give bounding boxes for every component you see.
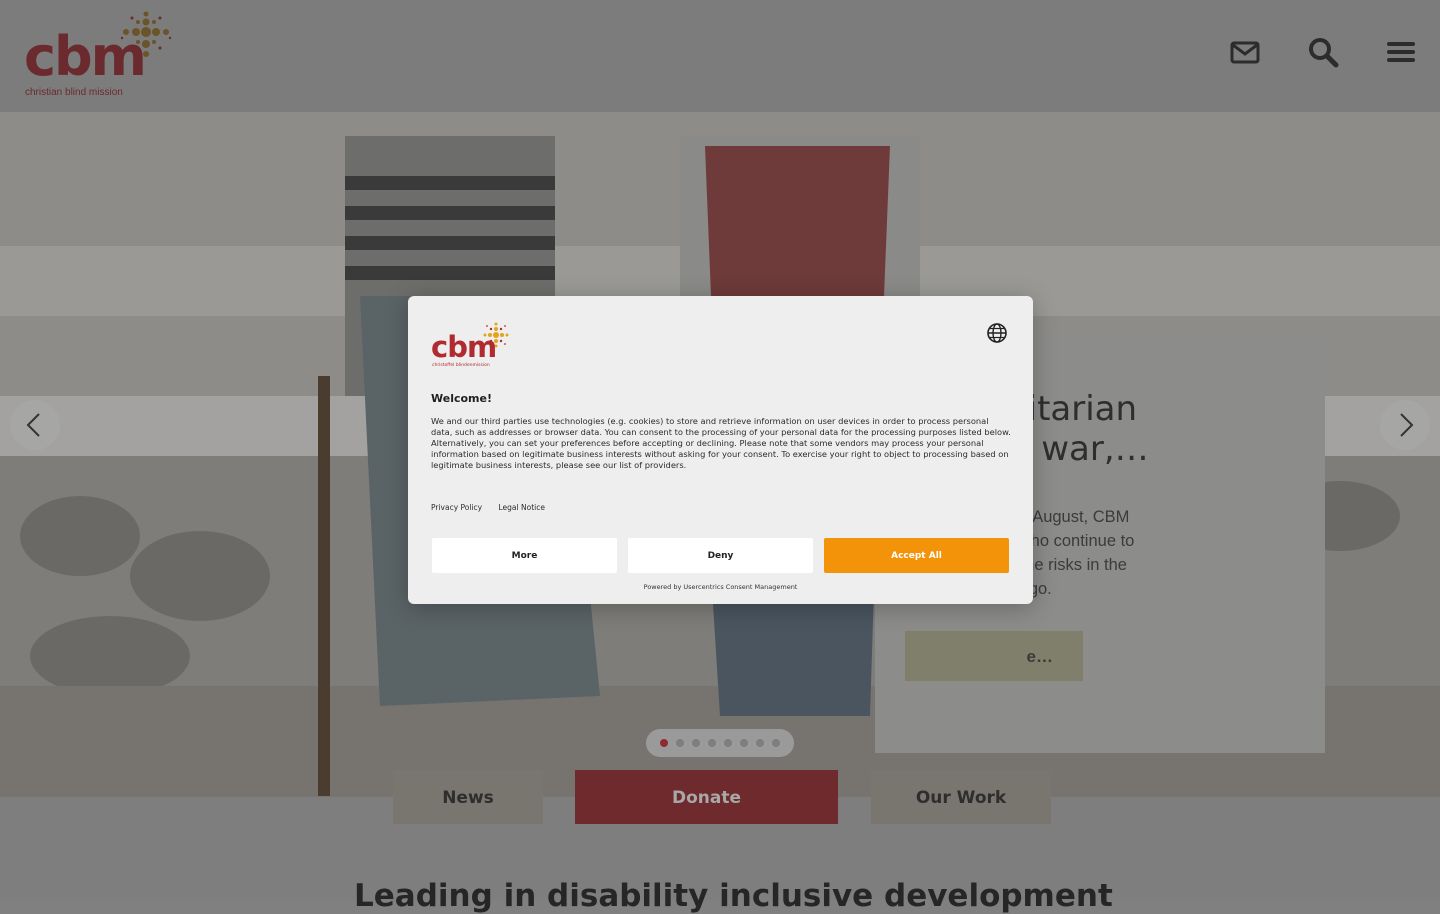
consent-powered-by: Powered by Usercentrics Consent Manageme…	[643, 583, 798, 591]
slider-prev-button[interactable]	[10, 400, 60, 450]
slider-dot[interactable]	[772, 739, 780, 747]
legal-notice-link[interactable]: Legal Notice	[499, 503, 545, 512]
consent-logo-wordmark: cbm	[431, 330, 497, 364]
deny-button[interactable]: Deny	[628, 538, 813, 573]
consent-links: Privacy Policy Legal Notice	[431, 503, 559, 512]
slider-dot[interactable]	[692, 739, 700, 747]
donate-tab[interactable]: Donate	[575, 770, 838, 824]
consent-body-text: We and our third parties use technologie…	[431, 416, 1011, 470]
slider-dot[interactable]	[708, 739, 716, 747]
language-globe-icon[interactable]	[986, 322, 1008, 344]
cbm-logo[interactable]: cbm christian blind mission	[24, 8, 176, 100]
slider-next-button[interactable]	[1380, 400, 1430, 450]
chevron-right-icon	[1400, 413, 1414, 437]
slider-dot[interactable]	[740, 739, 748, 747]
slider-dot[interactable]	[756, 739, 764, 747]
slider-dot[interactable]	[660, 739, 668, 747]
consent-logo: cbm christoffel blindenmission	[431, 320, 513, 370]
torn-paper-edge	[0, 96, 1440, 112]
slider-pagination	[646, 729, 794, 757]
section-heading: Leading in disability inclusive developm…	[354, 878, 1113, 914]
consent-logo-subtitle: christoffel blindenmission	[432, 363, 490, 368]
privacy-policy-link[interactable]: Privacy Policy	[431, 503, 482, 512]
read-more-button[interactable]: e…	[905, 631, 1083, 681]
logo-wordmark: cbm	[24, 25, 147, 88]
menu-icon[interactable]	[1385, 36, 1417, 68]
chevron-left-icon	[26, 413, 40, 437]
cookie-consent-dialog: cbm christoffel blindenmission Welcome! …	[408, 296, 1033, 604]
slider-dot[interactable]	[724, 739, 732, 747]
mail-icon[interactable]	[1229, 36, 1261, 68]
news-tab[interactable]: News	[393, 770, 543, 824]
our-work-tab[interactable]: Our Work	[871, 770, 1051, 824]
more-button[interactable]: More	[432, 538, 617, 573]
slider-dot[interactable]	[676, 739, 684, 747]
search-icon[interactable]	[1307, 36, 1339, 68]
consent-title: Welcome!	[431, 392, 492, 405]
accept-all-button[interactable]: Accept All	[824, 538, 1009, 573]
